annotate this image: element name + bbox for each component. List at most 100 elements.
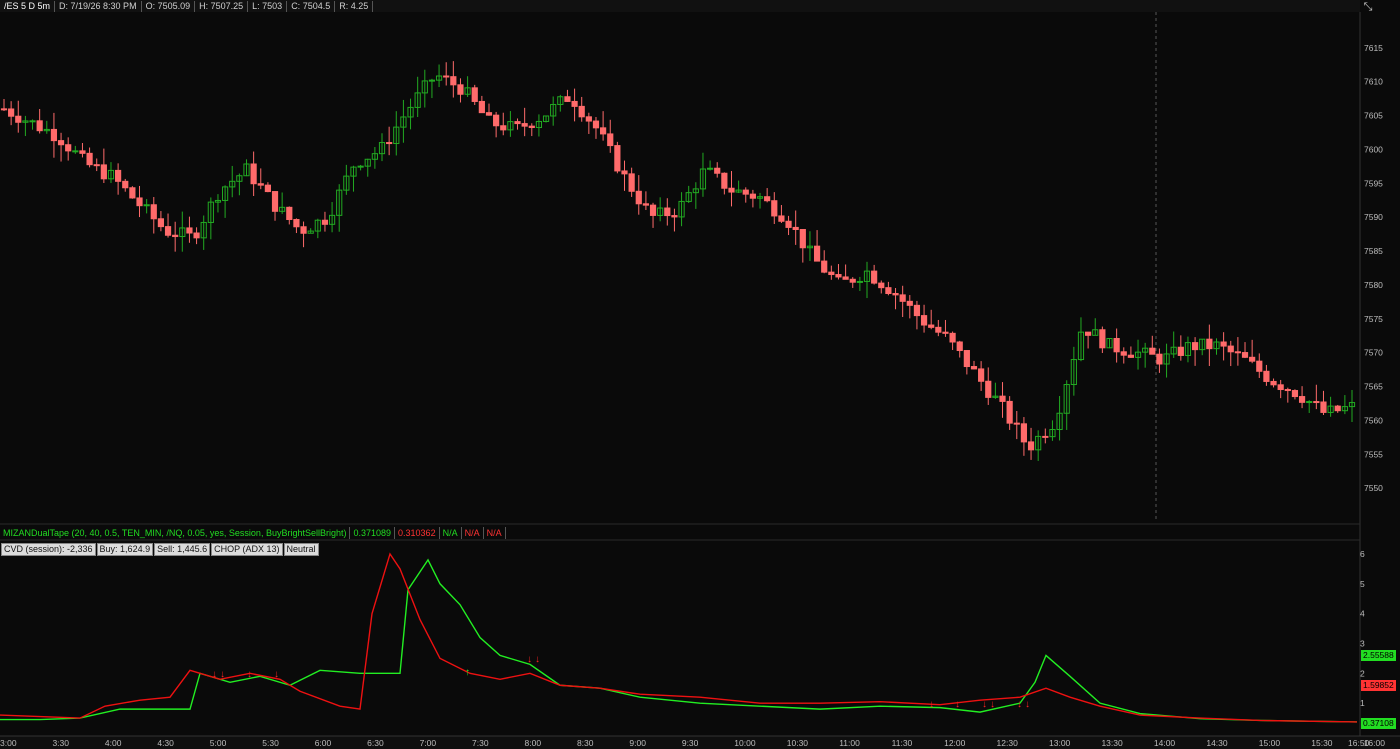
candle-body xyxy=(386,142,393,145)
candle-body xyxy=(50,128,58,142)
regime-label: Neutral xyxy=(283,543,319,556)
time-tick-label: 16:50 xyxy=(1348,738,1370,748)
price-tick-label: 7565 xyxy=(1364,382,1383,392)
price-tick-label: 7560 xyxy=(1364,415,1383,425)
time-tick-label: 10:00 xyxy=(734,738,756,748)
time-tick-label: 12:30 xyxy=(997,738,1019,748)
candle-body xyxy=(36,120,43,132)
sell-arrow-icon: ↓ xyxy=(527,654,532,665)
candle-body xyxy=(1191,342,1199,351)
candle-body xyxy=(1234,351,1241,354)
candle-body xyxy=(578,105,585,118)
candle-body xyxy=(1270,380,1277,386)
candle-body xyxy=(257,183,264,186)
time-tick-label: 5:00 xyxy=(210,738,227,748)
study-tick-label: 6 xyxy=(1360,549,1365,559)
candle-body xyxy=(664,207,671,217)
sell-arrow-icon: ↓ xyxy=(274,669,279,680)
time-tick-label: 14:00 xyxy=(1154,738,1176,748)
candle-body xyxy=(485,112,493,116)
study-value-na: N/A xyxy=(484,526,506,539)
study-value-buy: 0.371089 xyxy=(350,526,396,539)
time-tick-label: 6:30 xyxy=(367,738,384,748)
candle-body xyxy=(86,152,93,166)
candle-body xyxy=(728,187,735,193)
candle-body xyxy=(450,76,457,86)
candle-body xyxy=(15,115,22,123)
study-header: MIZANDualTape (20, 40, 0.5, TEN_MIN, /NQ… xyxy=(0,526,506,539)
time-tick-label: 4:00 xyxy=(105,738,122,748)
price-tick-label: 7615 xyxy=(1364,43,1383,53)
time-tick-label: 6:00 xyxy=(315,738,332,748)
chop-label: CHOP (ADX 13) xyxy=(211,543,283,556)
sell-arrow-icon: ↓ xyxy=(955,699,960,710)
candle-body xyxy=(1177,346,1184,356)
candle-body xyxy=(443,75,450,78)
candle-body xyxy=(621,170,628,175)
study-tick-label: 4 xyxy=(1360,609,1365,619)
candle-body xyxy=(478,100,485,114)
expand-icon[interactable]: ⤡ xyxy=(1362,1,1374,13)
chart-header: /ES 5 D 5m D: 7/19/26 8:30 PM O: 7505.09… xyxy=(0,0,1360,12)
candle-body xyxy=(186,227,193,234)
time-tick-label: 5:30 xyxy=(262,738,279,748)
candle-body xyxy=(899,294,906,302)
candle-body xyxy=(72,150,79,153)
candle-body xyxy=(1306,401,1313,404)
candle-body xyxy=(892,293,899,296)
candle-body xyxy=(571,100,578,107)
candle-body xyxy=(856,280,863,283)
sell-arrow-icon: ↓ xyxy=(1025,699,1030,710)
candle-body xyxy=(913,304,921,317)
candle-body xyxy=(985,380,992,398)
candle-body xyxy=(649,204,657,216)
candle-body xyxy=(1156,353,1163,365)
sell-arrow-icon: ↓ xyxy=(212,669,217,680)
candle-body xyxy=(157,218,165,228)
chart-canvas[interactable]: 7615 7610 7605 7600 7595 7590 7585 7580 7575 7570… xyxy=(0,0,1400,749)
candle-body xyxy=(164,226,172,236)
range-field: R: 4.25 xyxy=(335,0,374,12)
study-value-na: N/A xyxy=(462,526,484,539)
candle-body xyxy=(749,193,756,199)
candle-body xyxy=(150,204,157,220)
sell-arrow-icon: ↓ xyxy=(535,654,540,665)
candle-body xyxy=(1320,401,1327,413)
candle-body xyxy=(920,315,928,326)
price-tick-label: 7595 xyxy=(1364,178,1383,188)
candle-body xyxy=(514,121,521,125)
time-tick-label: 12:00 xyxy=(944,738,966,748)
time-tick-label: 15:00 xyxy=(1259,738,1281,748)
candle-body xyxy=(785,220,792,228)
candle-body xyxy=(849,278,856,283)
sell-arrow-icon: ↓ xyxy=(1017,699,1022,710)
symbol-label[interactable]: /ES 5 D 5m xyxy=(0,0,56,12)
candle-body xyxy=(963,350,970,368)
sell-last-badge: 1.59852 xyxy=(1361,680,1396,691)
candle-body xyxy=(970,366,978,370)
candle-body xyxy=(1227,345,1234,353)
candle-body xyxy=(1291,390,1299,398)
candle-body xyxy=(1099,329,1106,349)
candle-body xyxy=(821,260,828,273)
candle-body xyxy=(1027,441,1035,451)
time-tick-label: 8:00 xyxy=(525,738,542,748)
cvd-label: CVD (session): -2,336 xyxy=(1,543,96,556)
candle-body xyxy=(57,140,65,146)
time-tick-label: 13:00 xyxy=(1049,738,1071,748)
close-field: C: 7504.5 xyxy=(287,0,336,12)
candle-body xyxy=(129,187,136,199)
candle-body xyxy=(935,326,942,333)
candle-body xyxy=(928,324,935,328)
time-tick-label: 11:00 xyxy=(839,738,860,748)
candle-body xyxy=(999,395,1006,402)
candle-body xyxy=(136,197,143,207)
candle-body xyxy=(828,271,835,276)
candle-body xyxy=(906,300,913,306)
study-title[interactable]: MIZANDualTape (20, 40, 0.5, TEN_MIN, /NQ… xyxy=(0,526,351,539)
time-tick-label: 7:00 xyxy=(420,738,437,748)
time-tick-label: 3:30 xyxy=(52,738,69,748)
candle-body xyxy=(286,206,293,221)
time-tick-label: 14:30 xyxy=(1206,738,1228,748)
candle-body xyxy=(585,116,592,122)
